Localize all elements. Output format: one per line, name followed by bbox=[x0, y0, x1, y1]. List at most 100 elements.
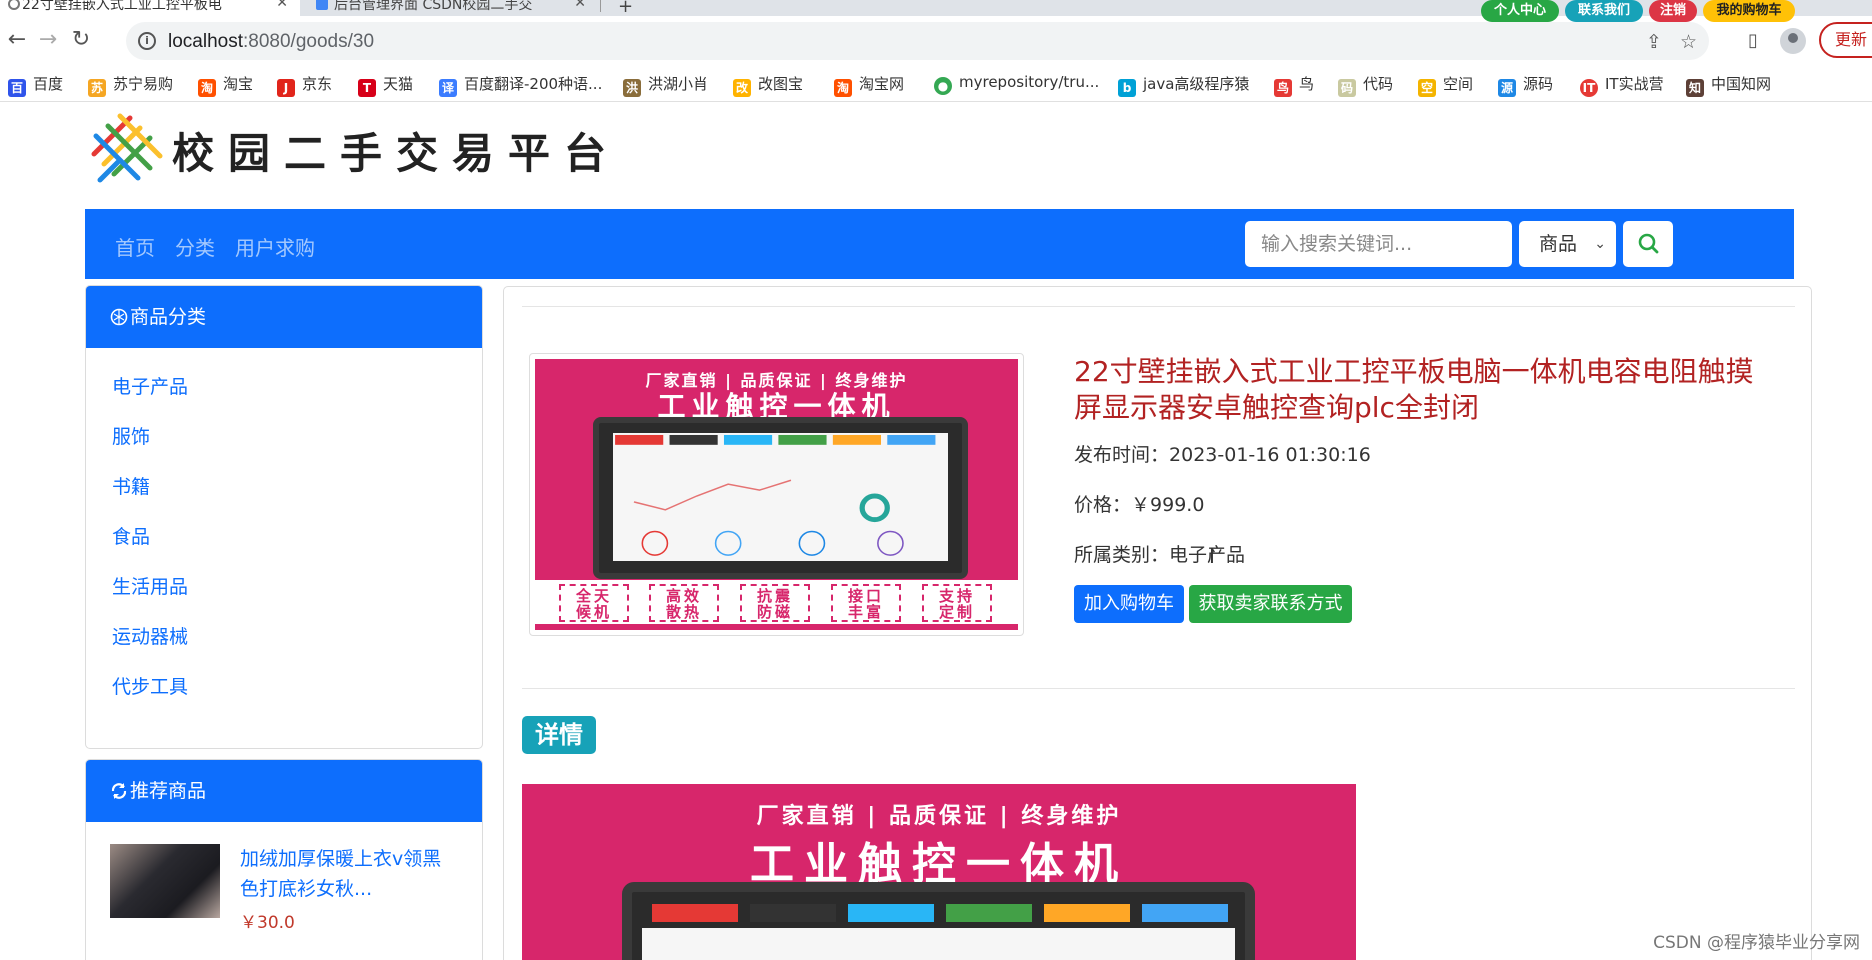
nav-home[interactable]: 首页 bbox=[115, 232, 155, 261]
category-label: 所属类别： bbox=[1074, 544, 1170, 566]
bookmark-label: 淘宝网 bbox=[859, 75, 905, 93]
bookmark-item[interactable]: 鸟鸟 bbox=[1274, 73, 1314, 97]
address-bar[interactable]: i localhost:8080/goods/30 ⇪ ☆ bbox=[126, 22, 1709, 60]
feature-tag: 支持 定制 bbox=[922, 584, 992, 622]
bookmark-item[interactable]: 源源码 bbox=[1498, 73, 1553, 97]
reload-icon[interactable]: ↻ bbox=[66, 26, 96, 56]
recommend-item-title[interactable]: 加绒加厚保暖上衣v领黑色打底衫女秋... bbox=[240, 844, 460, 904]
category-item[interactable]: 运动器械 bbox=[112, 616, 482, 666]
logout-link[interactable]: 注销 bbox=[1649, 0, 1697, 22]
detail-image: 厂家直销 | 品质保证 | 终身维护 工业触控一体机 bbox=[522, 784, 1356, 960]
category-item[interactable]: 电子产品 bbox=[112, 366, 482, 416]
bookmark-label: 百度 bbox=[33, 75, 64, 93]
bookmark-item[interactable]: 淘淘宝 bbox=[198, 73, 253, 97]
feature-tag: 抗震 防磁 bbox=[740, 584, 810, 622]
site-title: 校园二手交易平台 bbox=[172, 129, 621, 178]
bookmark-label: 鸟 bbox=[1299, 75, 1315, 93]
bookmark-item[interactable]: 淘淘宝网 bbox=[834, 73, 904, 97]
bookmark-star-icon[interactable]: ☆ bbox=[1680, 31, 1697, 53]
tmall-icon: T bbox=[358, 79, 376, 97]
add-to-cart-button[interactable]: 加入购物车 bbox=[1074, 585, 1184, 623]
recommend-item-image[interactable] bbox=[110, 844, 220, 918]
bookmark-item[interactable]: IT IT实战营 bbox=[1580, 73, 1664, 97]
category-item[interactable]: 服饰 bbox=[112, 416, 482, 466]
tab-close-icon[interactable]: ✕ bbox=[276, 0, 288, 10]
nav-user-requests[interactable]: 用户求购 bbox=[235, 232, 315, 261]
feature-tag: 全天 候机 bbox=[559, 584, 629, 622]
recommend-card: 推荐商品 加绒加厚保暖上衣v领黑色打底衫女秋... ￥30.0 bbox=[85, 759, 483, 960]
personal-center-link[interactable]: 个人中心 bbox=[1481, 0, 1559, 22]
feature-tag: 高效 散热 bbox=[649, 584, 719, 622]
url-path: :8080/goods/30 bbox=[243, 31, 375, 52]
tab-close-icon[interactable]: ✕ bbox=[574, 0, 586, 10]
category-card: 商品分类 电子产品 服饰 书籍 食品 生活用品 运动器械 代步工具 bbox=[85, 285, 483, 749]
watermark: CSDN @程序猿毕业分享网 bbox=[1653, 933, 1860, 953]
share-icon[interactable]: ⇪ bbox=[1646, 31, 1662, 53]
category-item[interactable]: 代步工具 bbox=[112, 666, 482, 716]
profile-avatar-icon[interactable] bbox=[1780, 28, 1806, 54]
bookmark-label: 中国知网 bbox=[1711, 75, 1772, 93]
chrome-icon: ● bbox=[934, 77, 952, 95]
gaitubao-icon: 改 bbox=[733, 79, 751, 97]
category-item[interactable]: 食品 bbox=[112, 516, 482, 566]
bookmark-item[interactable]: J 京东 bbox=[277, 73, 332, 97]
jd-icon: J bbox=[277, 79, 295, 97]
url-text[interactable]: localhost:8080/goods/30 bbox=[168, 31, 374, 53]
search-icon bbox=[1638, 233, 1659, 254]
contact-us-link[interactable]: 联系我们 bbox=[1565, 0, 1643, 22]
search-type-select[interactable]: 商品 ⌄ bbox=[1519, 221, 1616, 267]
forward-icon[interactable]: → bbox=[33, 26, 63, 56]
bookmark-item[interactable]: 空空间 bbox=[1418, 73, 1473, 97]
image-feature-strip: 全天 候机 高效 散热 抗震 防磁 接口 丰富 支持 定制 bbox=[535, 580, 1018, 624]
my-cart-link[interactable]: 我的购物车 bbox=[1703, 0, 1795, 22]
detail-monitor-graphic bbox=[622, 882, 1255, 960]
source-icon: 源 bbox=[1498, 79, 1516, 97]
text-cursor-icon: I bbox=[1209, 544, 1215, 568]
bookmark-label: 苏宁易购 bbox=[113, 75, 174, 93]
bookmark-item[interactable]: 码代码 bbox=[1338, 73, 1393, 97]
tab-favicon-icon bbox=[8, 0, 20, 10]
search-button[interactable] bbox=[1623, 221, 1673, 267]
browser-toolbar: ← → ↻ i localhost:8080/goods/30 ⇪ ☆ ▯ 更新 bbox=[0, 16, 1872, 66]
bookmark-item[interactable]: 洪洪湖小肖 bbox=[623, 73, 708, 97]
bookmark-item[interactable]: T 天猫 bbox=[358, 73, 413, 97]
get-seller-contact-button[interactable]: 获取卖家联系方式 bbox=[1189, 585, 1352, 623]
detail-badge: 详情 bbox=[522, 716, 596, 754]
monitor-screen bbox=[613, 433, 948, 561]
translate-icon: 译 bbox=[439, 79, 457, 97]
site-info-icon[interactable]: i bbox=[138, 32, 156, 50]
recommend-card-title: 推荐商品 bbox=[130, 780, 207, 802]
browser-tab-active[interactable]: 22寸壁挂嵌入式工业工控平板电 ✕ bbox=[0, 0, 300, 16]
category-list: 电子产品 服饰 书籍 食品 生活用品 运动器械 代步工具 bbox=[86, 348, 482, 716]
browser-tab[interactable]: 后台管理界面 CSDN校园二手交 ✕ bbox=[306, 0, 598, 16]
update-button[interactable]: 更新 bbox=[1819, 22, 1872, 58]
bookmark-item[interactable]: 苏苏宁易购 bbox=[88, 73, 173, 97]
new-tab-icon[interactable]: + bbox=[618, 0, 633, 17]
bookmark-label: 源码 bbox=[1523, 75, 1554, 93]
product-title: 22寸壁挂嵌入式工业工控平板电脑一体机电容电阻触摸屏显示器安卓触控查询plc全封… bbox=[1074, 355, 1754, 424]
bookmark-item[interactable]: ● myrepository/tru... bbox=[934, 73, 1099, 95]
nav-category[interactable]: 分类 bbox=[175, 232, 215, 261]
product-image[interactable]: 厂家直销 | 品质保证 | 终身维护 工业触控一体机 全天 候机 高效 散热 抗… bbox=[529, 353, 1024, 636]
category-card-header: 商品分类 bbox=[86, 286, 482, 348]
taobao-icon: 淘 bbox=[198, 79, 216, 97]
side-panel-icon[interactable]: ▯ bbox=[1740, 28, 1766, 54]
detail-dashboard-graphic bbox=[642, 904, 1235, 960]
publish-time: 发布时间：2023-01-16 01:30:16 bbox=[1074, 440, 1371, 467]
back-icon[interactable]: ← bbox=[2, 26, 32, 56]
baidu-icon: 百 bbox=[8, 79, 26, 97]
bookmark-item[interactable]: 百百度 bbox=[8, 73, 63, 97]
category-icon bbox=[110, 308, 128, 326]
search-input[interactable] bbox=[1245, 221, 1512, 267]
site-logo-icon[interactable] bbox=[88, 110, 164, 186]
recommend-item-price: ￥30.0 bbox=[240, 913, 295, 933]
tab-title: 22寸壁挂嵌入式工业工控平板电 bbox=[22, 0, 222, 13]
bookmark-item[interactable]: 译百度翻译-200种语... bbox=[439, 73, 602, 97]
bookmark-icon: 洪 bbox=[623, 79, 641, 97]
bookmark-item[interactable]: 改改图宝 bbox=[733, 73, 803, 97]
category-item[interactable]: 生活用品 bbox=[112, 566, 482, 616]
bookmark-label: 洪湖小肖 bbox=[648, 75, 709, 93]
bookmark-item[interactable]: 知中国知网 bbox=[1686, 73, 1771, 97]
bookmark-item[interactable]: b java高级程序猿 bbox=[1118, 73, 1249, 97]
category-item[interactable]: 书籍 bbox=[112, 466, 482, 516]
